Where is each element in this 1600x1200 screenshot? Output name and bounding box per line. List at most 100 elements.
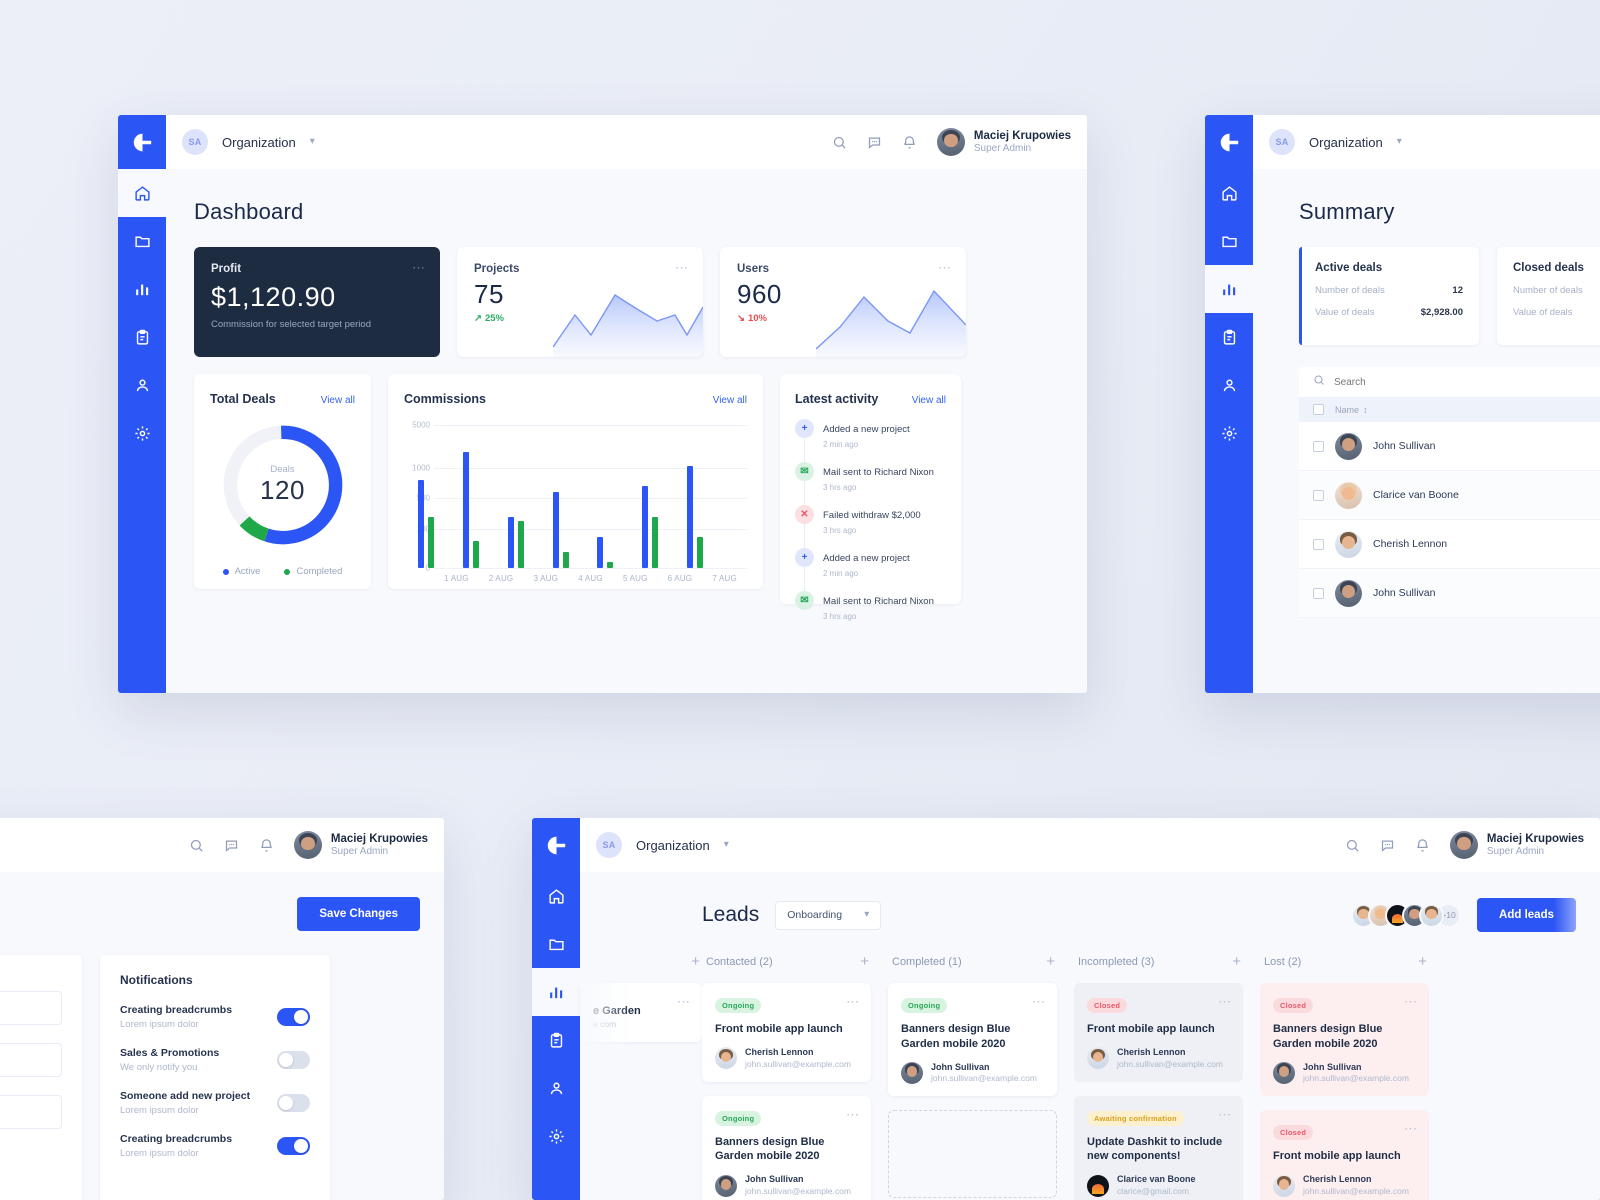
kanban-card-title: e Garden <box>593 1005 641 1017</box>
table-row[interactable]: Clarice van Boone <box>1299 471 1600 520</box>
sidebar-item-gear[interactable] <box>532 1112 580 1160</box>
sidebar-item-chart[interactable] <box>1205 265 1253 313</box>
bell-icon[interactable] <box>902 135 917 150</box>
sidebar-item-home[interactable] <box>1205 169 1253 217</box>
kanban-card[interactable]: ⋯ Closed Front mobile app launch Cherish Le… <box>1074 983 1243 1082</box>
column-header-name[interactable]: Name ↕ <box>1335 405 1368 415</box>
user-menu[interactable]: Maciej Krupowies Super Admin <box>293 831 428 859</box>
search-icon[interactable] <box>1345 838 1360 853</box>
notification-toggle[interactable] <box>277 1137 310 1155</box>
search-icon[interactable] <box>832 135 847 150</box>
chat-icon[interactable] <box>867 135 882 150</box>
settings-input-1[interactable] <box>0 991 62 1025</box>
sidebar-item-chart[interactable] <box>118 265 166 313</box>
row-checkbox[interactable] <box>1313 538 1324 550</box>
gridline <box>434 424 747 426</box>
bell-icon[interactable] <box>1415 838 1430 853</box>
org-name[interactable]: Organization <box>222 135 296 150</box>
kanban-card[interactable]: ⋯ Closed Front mobile app launch Cherish Le… <box>1260 1110 1429 1200</box>
assignee-email: clarice@gmail.com <box>1117 1185 1189 1196</box>
bell-icon[interactable] <box>259 838 274 853</box>
legend-label: Completed <box>296 566 343 577</box>
sidebar-item-clipboard[interactable] <box>118 313 166 361</box>
user-menu[interactable]: Maciej Krupowies Super Admin <box>936 128 1071 156</box>
card-menu-icon[interactable]: ⋯ <box>1218 995 1232 1008</box>
card-menu-icon[interactable]: ⋯ <box>677 995 691 1008</box>
org-name[interactable]: Organization <box>636 838 710 853</box>
summary-search[interactable] <box>1299 367 1600 397</box>
add-card-button[interactable]: + <box>691 954 700 969</box>
activity-text: Added a new project <box>823 553 910 564</box>
card-menu-icon[interactable]: ⋯ <box>846 1108 860 1121</box>
kanban-card[interactable]: ⋯ Closed Banners design Blue Garden mobile… <box>1260 983 1429 1097</box>
settings-input-3[interactable] <box>0 1095 62 1129</box>
org-name[interactable]: Organization <box>1309 135 1383 150</box>
projects-label: Projects <box>474 263 520 275</box>
sidebar-item-folder[interactable] <box>1205 217 1253 265</box>
total-deals-view-all[interactable]: View all <box>321 395 355 406</box>
search-icon[interactable] <box>189 838 204 853</box>
profit-label: Profit <box>211 263 242 275</box>
chat-icon[interactable] <box>224 838 239 853</box>
table-row[interactable]: Cherish Lennon <box>1299 520 1600 569</box>
user-menu[interactable]: Maciej Krupowies Super Admin <box>1449 831 1584 859</box>
card-menu-icon[interactable]: ⋯ <box>412 261 426 274</box>
leads-filter-select[interactable]: Onboarding ▾ <box>775 900 882 930</box>
sidebar-item-clipboard[interactable] <box>532 1016 580 1064</box>
add-card-button[interactable]: + <box>1046 954 1055 969</box>
notification-toggle[interactable] <box>277 1094 310 1112</box>
kanban-card[interactable]: ⋯ e Garden e.com <box>580 983 702 1042</box>
sidebar-item-chart[interactable] <box>532 968 580 1016</box>
kanban-card[interactable]: ⋯ Awaiting confirmation Update Dashkit to … <box>1074 1095 1243 1200</box>
kanban-card-placeholder[interactable] <box>888 1110 1057 1199</box>
member-avatar-stack[interactable]: +10 <box>1351 902 1462 928</box>
kanban-card[interactable]: ⋯ Ongoing Banners design Blue Garden mobil… <box>702 1095 871 1200</box>
card-menu-icon[interactable]: ⋯ <box>938 261 952 274</box>
chevron-down-icon[interactable]: ▾ <box>1397 137 1402 147</box>
row-checkbox[interactable] <box>1313 587 1324 599</box>
chevron-down-icon[interactable]: ▾ <box>310 137 315 147</box>
sidebar-item-folder[interactable] <box>118 217 166 265</box>
notification-toggle[interactable] <box>277 1051 310 1069</box>
card-menu-icon[interactable]: ⋯ <box>1218 1108 1232 1121</box>
kanban-card[interactable]: ⋯ Ongoing Front mobile app launch Cherish L… <box>702 983 871 1082</box>
table-row[interactable]: John Sullivan <box>1299 422 1600 471</box>
add-card-button[interactable]: + <box>860 954 869 969</box>
notification-toggle[interactable] <box>277 1008 310 1026</box>
app-logo-icon <box>118 115 166 169</box>
card-menu-icon[interactable]: ⋯ <box>846 995 860 1008</box>
sidebar-item-home[interactable] <box>532 872 580 920</box>
save-changes-button[interactable]: Save Changes <box>297 897 420 931</box>
bar <box>552 491 559 568</box>
table-row[interactable]: John Sullivan <box>1299 569 1600 618</box>
commissions-view-all[interactable]: View all <box>713 395 747 406</box>
sidebar-item-gear[interactable] <box>118 409 166 457</box>
card-menu-icon[interactable]: ⋯ <box>1404 1122 1418 1135</box>
settings-input-2[interactable] <box>0 1043 62 1077</box>
card-menu-icon[interactable]: ⋯ <box>1404 995 1418 1008</box>
x-axis-label: 4 AUG <box>578 574 603 583</box>
sidebar-item-gear[interactable] <box>1205 409 1253 457</box>
add-card-button[interactable]: + <box>1418 954 1427 969</box>
sidebar-item-folder[interactable] <box>532 920 580 968</box>
leads-header: Leads Onboarding ▾ +10 Add leads <box>580 898 1576 932</box>
card-menu-icon[interactable]: ⋯ <box>1032 995 1046 1008</box>
search-input[interactable] <box>1334 376 1600 388</box>
row-checkbox[interactable] <box>1313 489 1324 501</box>
sidebar-item-user[interactable] <box>1205 361 1253 409</box>
chevron-down-icon[interactable]: ▾ <box>724 840 729 850</box>
add-card-button[interactable]: + <box>1232 954 1241 969</box>
add-leads-button[interactable]: Add leads <box>1477 898 1576 932</box>
chat-icon[interactable] <box>1380 838 1395 853</box>
sidebar-item-home[interactable] <box>118 169 166 217</box>
bar <box>428 517 435 568</box>
row-checkbox[interactable] <box>1313 440 1324 452</box>
card-menu-icon[interactable]: ⋯ <box>675 261 689 274</box>
select-all-checkbox[interactable] <box>1313 404 1324 415</box>
kanban-card[interactable]: ⋯ Ongoing Banners design Blue Garden mobil… <box>888 983 1057 1097</box>
bar-group <box>597 536 614 568</box>
sidebar-item-user[interactable] <box>532 1064 580 1112</box>
sidebar-item-user[interactable] <box>118 361 166 409</box>
activity-view-all[interactable]: View all <box>912 395 946 406</box>
sidebar-item-clipboard[interactable] <box>1205 313 1253 361</box>
